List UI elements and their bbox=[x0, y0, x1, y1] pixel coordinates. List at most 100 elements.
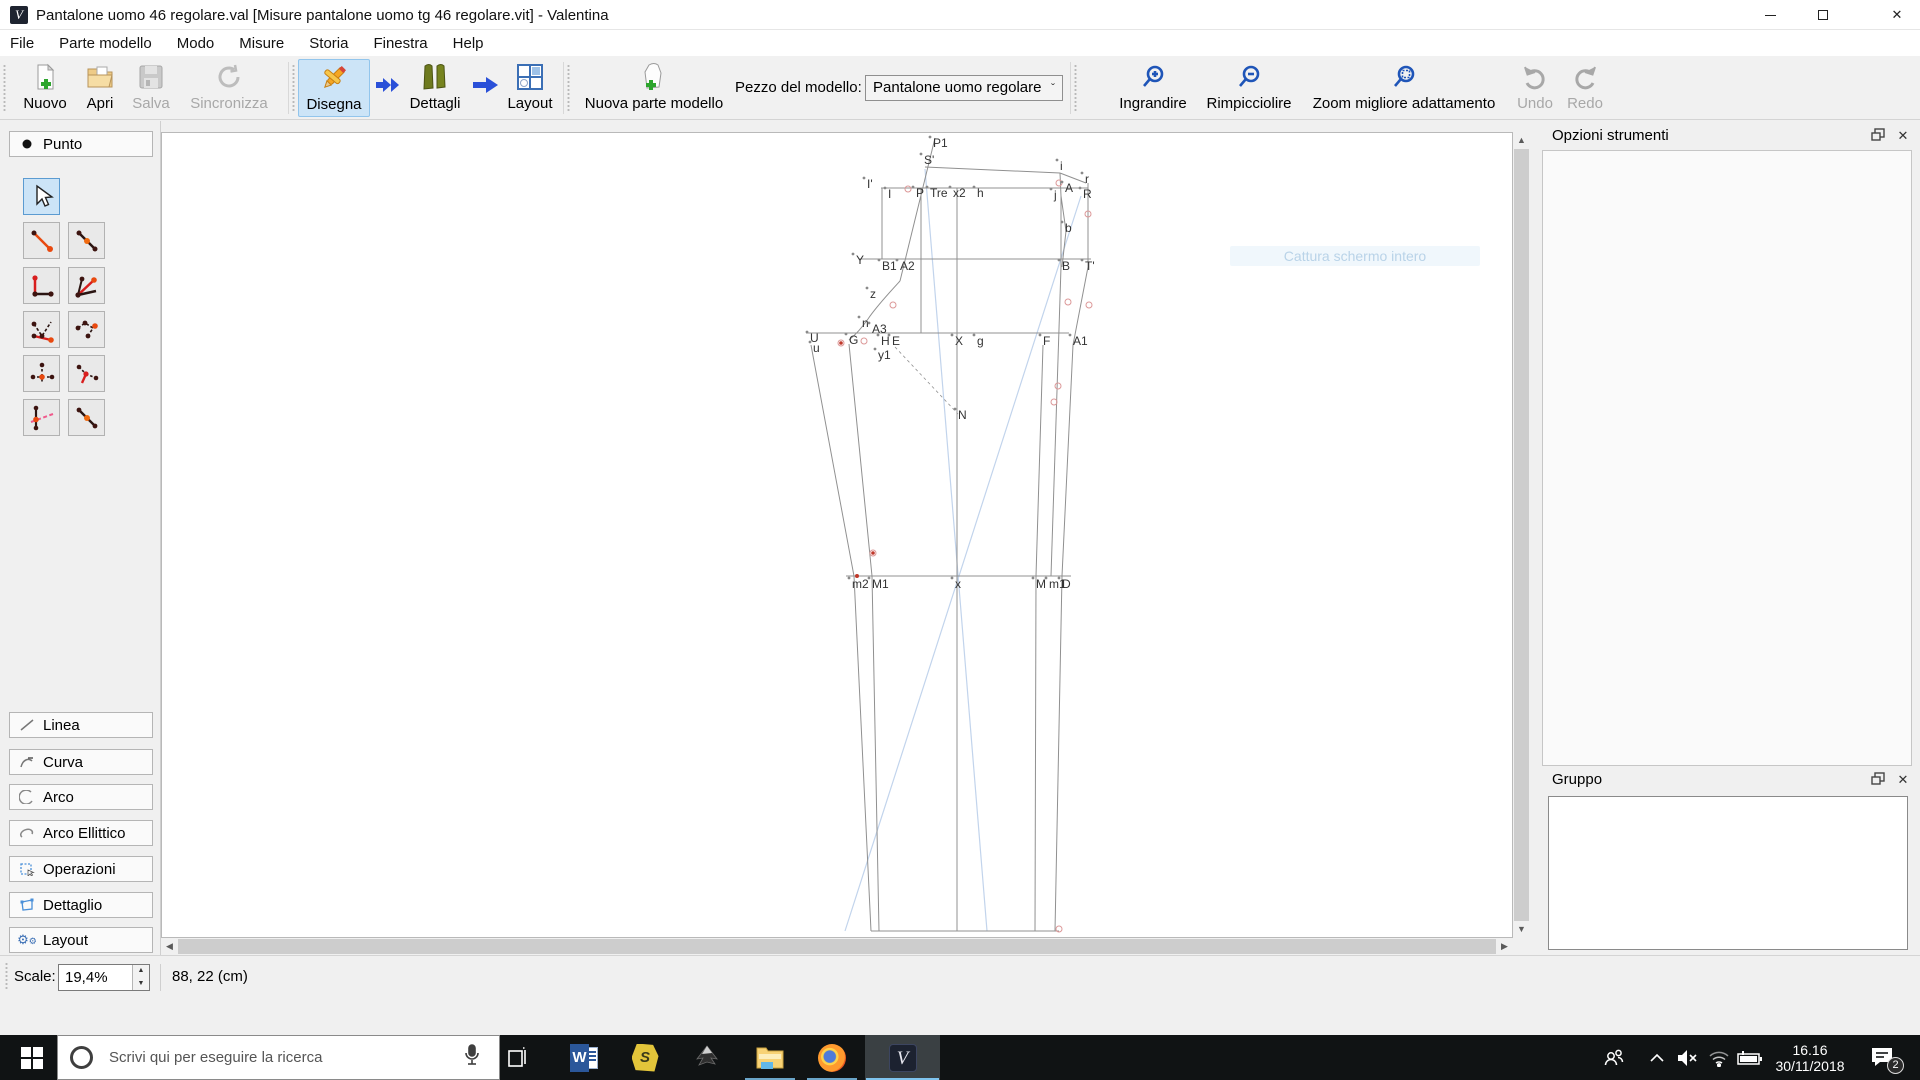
horizontal-scrollbar[interactable]: ◀ ▶ bbox=[161, 938, 1513, 955]
pencil-draw-icon bbox=[318, 60, 350, 96]
float-panel-icon[interactable] bbox=[1869, 772, 1887, 788]
windows-logo-icon bbox=[21, 1046, 43, 1069]
intersection-point-tool[interactable] bbox=[23, 355, 60, 392]
section-linea[interactable]: Linea bbox=[9, 712, 153, 738]
float-panel-icon[interactable] bbox=[1869, 128, 1887, 144]
taskbar-clock[interactable]: 16.16 30/11/2018 bbox=[1768, 1035, 1852, 1080]
midpoint-tool[interactable] bbox=[68, 399, 105, 436]
close-panel-icon[interactable]: ✕ bbox=[1894, 128, 1912, 144]
scroll-down-icon[interactable]: ▼ bbox=[1513, 921, 1530, 938]
drawing-canvas[interactable]: P1 S' i I' I P Tre x2 h j Ar Rb Y B1 A2 B T' z n A3 Uu G H E Xg F… bbox=[161, 132, 1513, 938]
close-button[interactable]: ✕ bbox=[1874, 0, 1920, 30]
scrollbar-corner bbox=[1513, 938, 1530, 955]
battery-icon[interactable] bbox=[1734, 1035, 1766, 1080]
axis-intersect-tool[interactable] bbox=[23, 399, 60, 436]
new-button[interactable]: Nuovo bbox=[18, 59, 72, 117]
details-mode-button[interactable]: Dettagli bbox=[404, 59, 466, 117]
people-tray-icon[interactable] bbox=[1598, 1035, 1630, 1080]
vertical-scroll-thumb[interactable] bbox=[1514, 149, 1529, 921]
draw-mode-button[interactable]: Disegna bbox=[298, 59, 370, 117]
cortana-icon bbox=[70, 1046, 93, 1069]
word-taskbar-button[interactable]: W bbox=[558, 1035, 610, 1080]
menu-item-modo[interactable]: Modo bbox=[171, 35, 221, 52]
zoom-out-button[interactable]: Rimpicciolire bbox=[1202, 59, 1296, 117]
sync-button[interactable]: Sincronizza bbox=[180, 59, 278, 117]
curve-intersect-tool[interactable] bbox=[68, 311, 105, 348]
scroll-left-icon[interactable]: ◀ bbox=[161, 938, 178, 955]
cursor-coordinates: 88, 22 (cm) bbox=[172, 968, 248, 985]
endline-point-tool[interactable] bbox=[23, 222, 60, 259]
select-tool[interactable] bbox=[23, 178, 60, 215]
open-button[interactable]: Apri bbox=[76, 59, 124, 117]
status-separator bbox=[160, 964, 161, 991]
shoulder-point-tool[interactable] bbox=[23, 311, 60, 348]
redo-button[interactable]: Redo bbox=[1562, 59, 1608, 117]
screen-capture-ghost-label: Cattura schermo intero bbox=[1230, 246, 1480, 266]
bisector-point-tool[interactable] bbox=[68, 267, 105, 304]
menu-item-help[interactable]: Help bbox=[447, 35, 490, 52]
triangle-point-tool[interactable] bbox=[68, 355, 105, 392]
scroll-right-icon[interactable]: ▶ bbox=[1496, 938, 1513, 955]
section-arco[interactable]: Arco bbox=[9, 784, 153, 810]
firefox-taskbar-button[interactable] bbox=[806, 1035, 858, 1080]
volume-muted-icon[interactable] bbox=[1672, 1035, 1702, 1080]
menu-item-parte-modello[interactable]: Parte modello bbox=[53, 35, 158, 52]
pattern-point-label: P1 bbox=[933, 136, 948, 150]
pattern-point-label: T' bbox=[1085, 259, 1095, 273]
layout-mode-button[interactable]: Layout bbox=[504, 59, 556, 117]
vertical-scrollbar[interactable]: ▲ ▼ bbox=[1513, 132, 1530, 938]
new-pattern-piece-button[interactable]: Nuova parte modello bbox=[572, 59, 736, 117]
tray-expand-chevron-icon[interactable] bbox=[1644, 1035, 1670, 1080]
pattern-point-label: E bbox=[892, 334, 900, 348]
wifi-icon[interactable] bbox=[1704, 1035, 1734, 1080]
section-arco-ellittico[interactable]: Arco Ellittico bbox=[9, 820, 153, 846]
menu-item-file[interactable]: File bbox=[4, 35, 40, 52]
inkscape-taskbar-button[interactable] bbox=[681, 1035, 733, 1080]
new-file-icon bbox=[30, 59, 60, 95]
section-operazioni[interactable]: Operazioni bbox=[9, 856, 153, 882]
valentina-taskbar-button[interactable]: V bbox=[865, 1035, 940, 1080]
undo-icon bbox=[1521, 59, 1549, 95]
curve-icon bbox=[18, 754, 36, 770]
pattern-point-label: G bbox=[849, 333, 858, 347]
scale-spinbox[interactable]: 19,4% ▲ ▼ bbox=[58, 964, 150, 991]
section-layout[interactable]: ⚙⚙ Layout bbox=[9, 927, 153, 953]
pattern-point-label: I bbox=[888, 187, 891, 201]
menu-item-storia[interactable]: Storia bbox=[303, 35, 354, 52]
normal-point-tool[interactable] bbox=[23, 267, 60, 304]
spin-down-icon[interactable]: ▼ bbox=[133, 977, 149, 990]
close-panel-icon[interactable]: ✕ bbox=[1894, 772, 1912, 788]
search-placeholder: Scrivi qui per eseguire la ricerca bbox=[109, 1049, 323, 1066]
s-app-taskbar-button[interactable]: S bbox=[619, 1035, 671, 1080]
clock-date: 30/11/2018 bbox=[1775, 1057, 1845, 1074]
group-list-panel[interactable] bbox=[1548, 796, 1908, 950]
along-line-point-tool[interactable] bbox=[68, 222, 105, 259]
section-curva[interactable]: Curva bbox=[9, 749, 153, 775]
scroll-up-icon[interactable]: ▲ bbox=[1513, 132, 1530, 149]
minimize-button[interactable] bbox=[1747, 0, 1793, 30]
pattern-point-label: Y bbox=[856, 253, 864, 267]
taskbar-search[interactable]: Scrivi qui per eseguire la ricerca bbox=[57, 1035, 500, 1080]
microphone-icon[interactable] bbox=[463, 1043, 493, 1072]
save-button[interactable]: Salva bbox=[126, 59, 176, 117]
pattern-piece-combobox[interactable]: Pantalone uomo regolare ˇ bbox=[865, 75, 1063, 101]
action-center-button[interactable]: 2 bbox=[1862, 1035, 1910, 1080]
task-view-button[interactable] bbox=[498, 1035, 538, 1080]
explorer-taskbar-button[interactable] bbox=[744, 1035, 796, 1080]
start-button[interactable] bbox=[10, 1035, 54, 1080]
horizontal-scroll-thumb[interactable] bbox=[178, 939, 1496, 954]
zoom-out-icon bbox=[1235, 59, 1263, 95]
zoom-in-button[interactable]: Ingrandire bbox=[1112, 59, 1194, 117]
menu-item-finestra[interactable]: Finestra bbox=[367, 35, 433, 52]
zoom-fit-button[interactable]: Zoom migliore adattamento bbox=[1306, 59, 1502, 117]
section-dettaglio[interactable]: Dettaglio bbox=[9, 892, 153, 918]
section-punto[interactable]: Punto bbox=[9, 131, 153, 157]
cursor-arrow-icon bbox=[35, 184, 54, 207]
pattern-point-label: z bbox=[870, 287, 876, 301]
menu-item-misure[interactable]: Misure bbox=[233, 35, 290, 52]
dock-title-label: Gruppo bbox=[1552, 771, 1603, 788]
undo-button[interactable]: Undo bbox=[1512, 59, 1558, 117]
maximize-button[interactable] bbox=[1800, 0, 1846, 30]
spin-buttons[interactable]: ▲ ▼ bbox=[132, 965, 149, 990]
spin-up-icon[interactable]: ▲ bbox=[133, 965, 149, 978]
